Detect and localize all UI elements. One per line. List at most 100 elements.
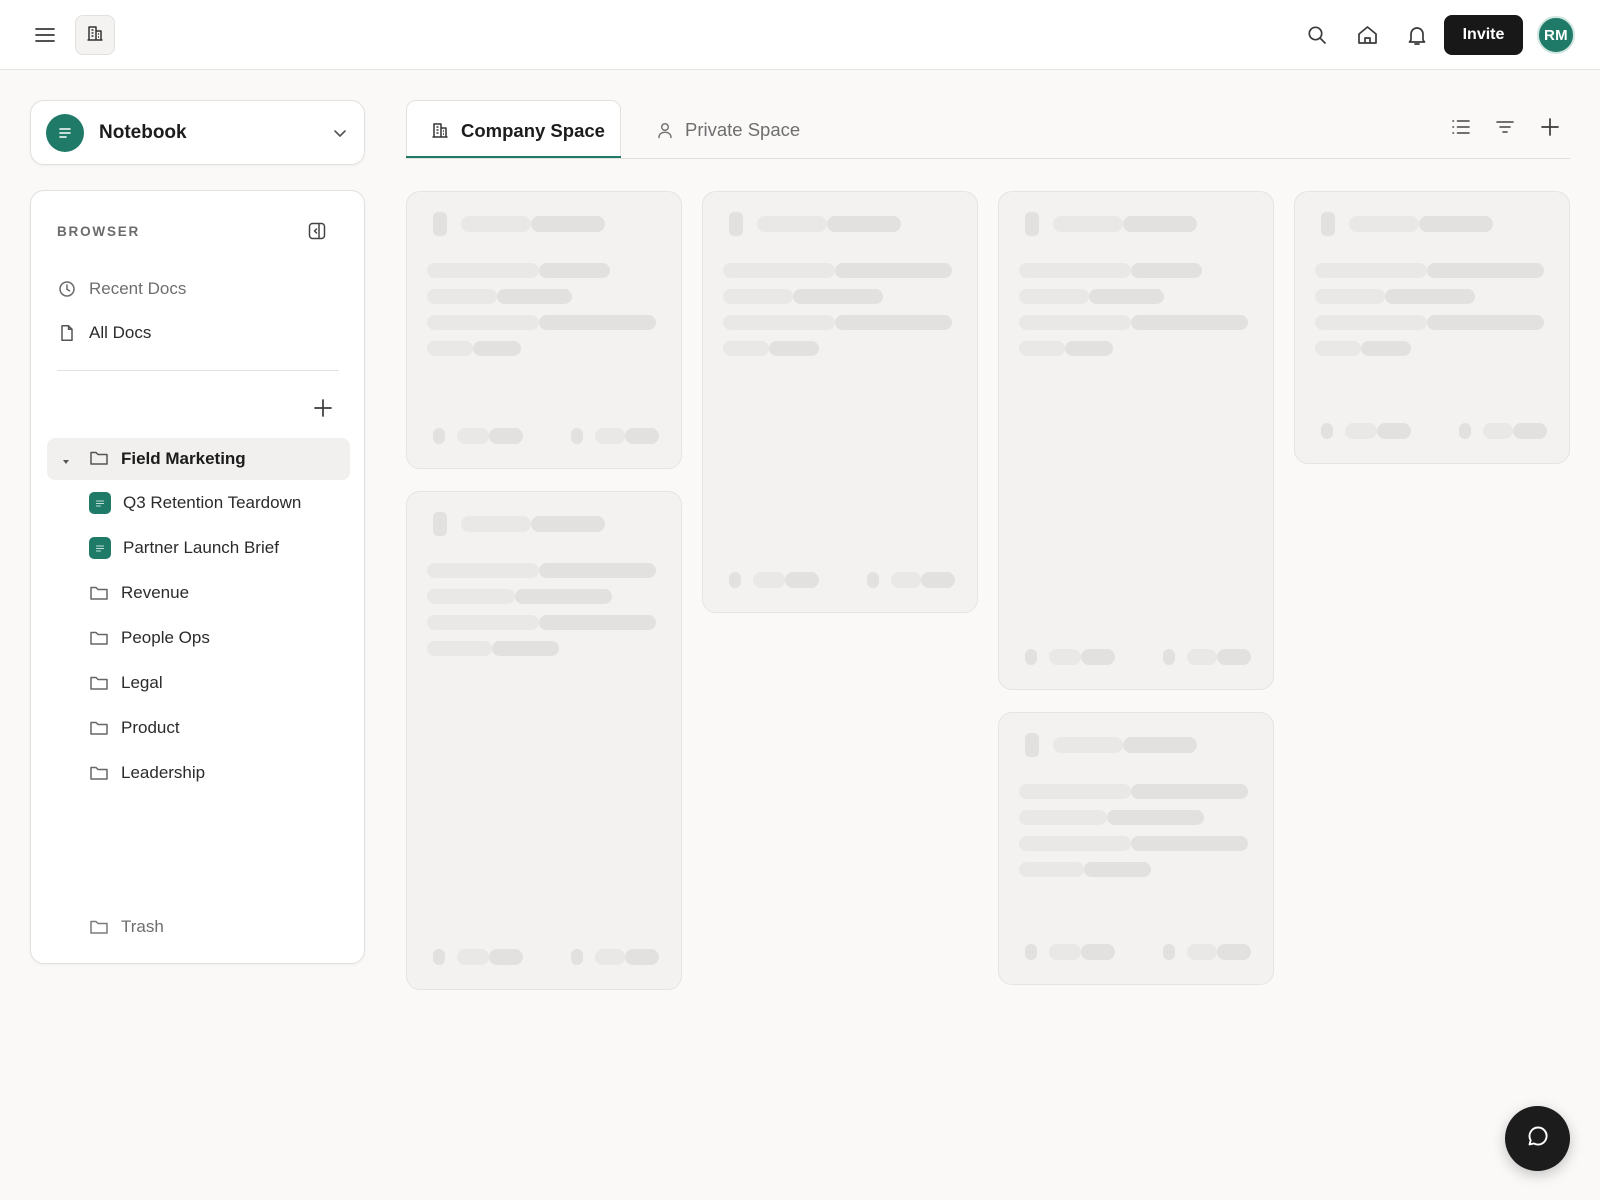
document-lines-icon — [89, 492, 111, 514]
skeleton-bar — [1459, 423, 1471, 439]
skeleton-bar — [753, 572, 785, 588]
skeleton-bar — [723, 263, 835, 278]
skeleton-bar — [427, 263, 539, 278]
skeleton-bar — [1019, 810, 1107, 825]
skeleton-bar — [1089, 289, 1164, 304]
skeleton-bar — [827, 216, 901, 232]
sidebar-folder-revenue[interactable]: Revenue — [89, 573, 189, 613]
sidebar-folder-leadership[interactable]: Leadership — [89, 753, 205, 793]
chat-button[interactable] — [1505, 1106, 1570, 1171]
person-icon — [656, 121, 674, 144]
collapse-sidebar-icon[interactable] — [307, 221, 329, 243]
sidebar-item-trash[interactable]: Trash — [89, 907, 164, 947]
skeleton-bar — [1321, 423, 1333, 439]
sidebar-doc-partner-launch-brief[interactable]: Partner Launch Brief — [89, 528, 279, 568]
folder-icon — [89, 673, 109, 693]
top-bar: Invite RM — [0, 0, 1600, 70]
skeleton-bar — [489, 428, 523, 444]
folder-icon — [89, 763, 109, 783]
skeleton-bar — [531, 216, 605, 232]
loading-card — [998, 712, 1274, 985]
invite-button[interactable]: Invite — [1444, 15, 1523, 55]
sidebar-item-all-docs[interactable]: All Docs — [57, 313, 151, 353]
skeleton-bar — [1019, 836, 1131, 851]
sidebar-folder-product[interactable]: Product — [89, 708, 180, 748]
document-label: Q3 Retention Teardown — [123, 493, 302, 512]
skeleton-bar — [1053, 216, 1123, 232]
plus-icon[interactable] — [1535, 112, 1565, 142]
tab-label: Company Space — [461, 120, 605, 141]
skeleton-bar — [1065, 341, 1113, 356]
skeleton-bar — [1187, 649, 1217, 665]
notebook-selector[interactable]: Notebook — [30, 100, 365, 165]
sidebar-divider — [57, 370, 339, 371]
skeleton-bar — [1123, 216, 1197, 232]
skeleton-bar — [539, 263, 610, 278]
tab-private-space[interactable]: Private Space — [652, 100, 822, 158]
skeleton-bar — [1025, 212, 1039, 236]
skeleton-bar — [1131, 263, 1202, 278]
folder-label: Product — [121, 718, 180, 737]
skeleton-bar — [835, 315, 952, 330]
trash-label: Trash — [121, 917, 164, 936]
sidebar-heading: BROWSER — [57, 224, 141, 239]
skeleton-bar — [1025, 733, 1039, 757]
skeleton-bar — [433, 949, 445, 965]
hamburger-menu-icon[interactable] — [28, 19, 62, 51]
skeleton-bar — [433, 212, 447, 236]
folder-label: People Ops — [121, 628, 210, 647]
building-icon — [86, 24, 104, 47]
skeleton-bar — [461, 516, 531, 532]
folder-icon — [89, 583, 109, 603]
clock-icon — [57, 279, 77, 299]
skeleton-bar — [1081, 944, 1115, 960]
skeleton-bar — [1361, 341, 1411, 356]
skeleton-bar — [595, 428, 625, 444]
workspace-button[interactable] — [75, 15, 115, 55]
skeleton-bar — [1315, 315, 1427, 330]
skeleton-bar — [1081, 649, 1115, 665]
sidebar-doc-q3-retention-teardown[interactable]: Q3 Retention Teardown — [89, 483, 301, 523]
skeleton-bar — [1131, 784, 1248, 799]
folder-icon — [89, 628, 109, 648]
skeleton-bar — [1377, 423, 1411, 439]
avatar[interactable]: RM — [1537, 16, 1575, 54]
building-icon — [431, 121, 449, 144]
folder-label: Legal — [121, 673, 163, 692]
skeleton-bar — [497, 289, 572, 304]
sidebar-item-recent-docs[interactable]: Recent Docs — [57, 269, 186, 309]
skeleton-bar — [1321, 212, 1335, 236]
skeleton-bar — [1084, 862, 1151, 877]
skeleton-bar — [1187, 944, 1217, 960]
tab-company-space[interactable]: Company Space — [406, 100, 621, 159]
skeleton-bar — [489, 949, 523, 965]
skeleton-bar — [1019, 289, 1089, 304]
loading-card — [406, 191, 682, 469]
sidebar-folder-people-ops[interactable]: People Ops — [89, 618, 210, 658]
caret-down-icon[interactable] — [61, 454, 71, 472]
add-folder-icon[interactable] — [312, 397, 336, 421]
folder-icon — [89, 917, 109, 937]
skeleton-bar — [1483, 423, 1513, 439]
search-icon[interactable] — [1300, 19, 1334, 51]
skeleton-bar — [625, 428, 659, 444]
skeleton-bar — [1163, 649, 1175, 665]
sidebar-folder-legal[interactable]: Legal — [89, 663, 163, 703]
file-icon — [57, 323, 77, 343]
list-view-icon[interactable] — [1446, 112, 1476, 142]
skeleton-bar — [723, 289, 793, 304]
filter-icon[interactable] — [1490, 112, 1520, 142]
skeleton-bar — [539, 315, 656, 330]
skeleton-bar — [427, 641, 492, 656]
skeleton-bar — [1131, 315, 1248, 330]
folder-icon — [89, 718, 109, 738]
skeleton-bar — [1019, 341, 1065, 356]
skeleton-bar — [427, 315, 539, 330]
bell-icon[interactable] — [1400, 19, 1434, 51]
skeleton-bar — [427, 341, 473, 356]
skeleton-bar — [625, 949, 659, 965]
home-icon[interactable] — [1350, 19, 1384, 51]
notebook-label: Notebook — [99, 122, 187, 143]
sidebar-folder-field-marketing[interactable]: Field Marketing — [47, 438, 350, 480]
sidebar-item-label: Recent Docs — [89, 279, 187, 298]
